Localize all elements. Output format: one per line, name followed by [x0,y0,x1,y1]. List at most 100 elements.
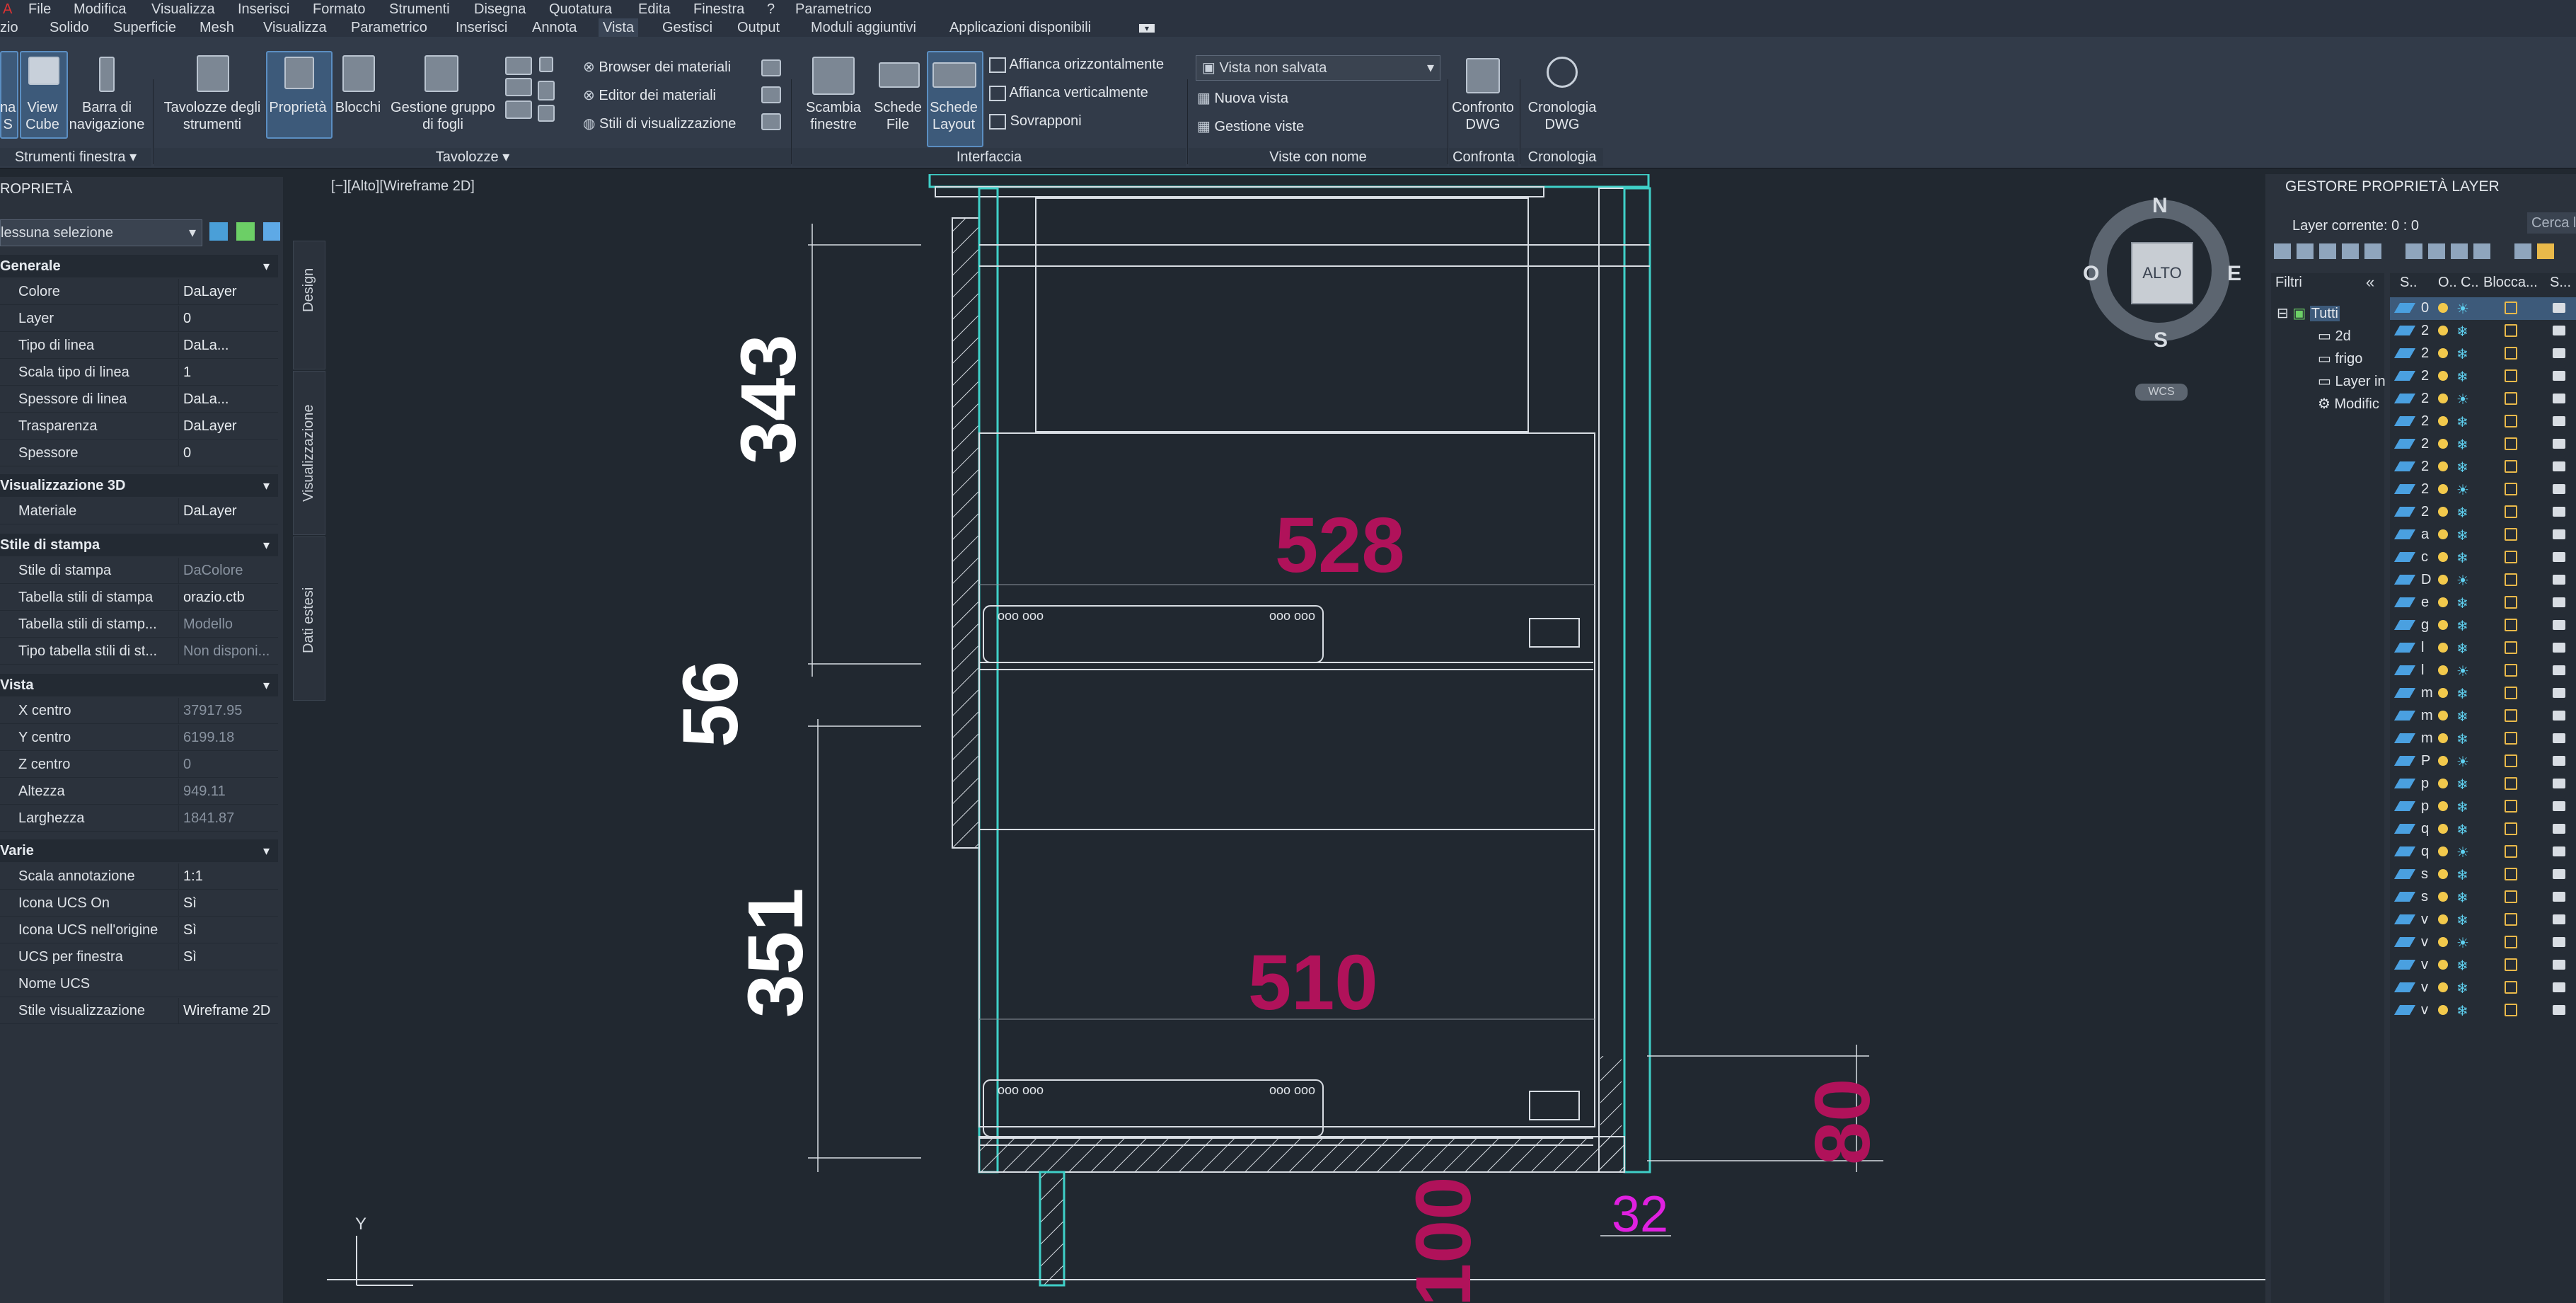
lock-icon[interactable] [2505,732,2517,745]
layer-name[interactable]: v [2421,912,2428,928]
tile-vertical-button[interactable]: Affianca verticalmente [989,85,1148,101]
printer-icon[interactable] [2553,597,2565,607]
layer-name[interactable]: q [2421,821,2429,837]
lightbulb-icon[interactable] [2438,1005,2448,1015]
snowflake-icon[interactable]: ❄ [2456,617,2468,635]
named-view-dropdown[interactable]: ▣ Vista non salvata ▾ [1196,55,1440,81]
menu-finestra[interactable]: Finestra [693,1,744,18]
printer-icon[interactable] [2553,824,2565,834]
layer-name[interactable]: D [2421,572,2431,588]
printer-icon[interactable] [2553,439,2565,449]
col-lock[interactable]: Blocca... [2483,275,2538,291]
layer-name[interactable]: v [2421,934,2428,951]
sun-icon[interactable]: ☀ [2456,844,2469,861]
layer-name[interactable]: q [2421,844,2429,860]
layer-row[interactable]: P ☀ [2390,750,2576,773]
property-row[interactable]: Larghezza 1841.87 [0,805,278,832]
layer-name[interactable]: g [2421,617,2429,633]
tab-moduli-aggiuntivi[interactable]: Moduli aggiuntivi [811,20,916,36]
layer-row[interactable]: v ❄ [2390,954,2576,977]
layer-name[interactable]: m [2421,730,2433,747]
tab-solido[interactable]: Solido [50,20,89,36]
panel-interfaccia[interactable]: Interfaccia [792,148,1186,166]
menu-edita[interactable]: Edita [638,1,671,18]
refresh-icon[interactable] [2514,243,2531,259]
dimension-510[interactable]: 510 [1248,944,1378,1022]
dimension-528[interactable]: 528 [1275,507,1405,585]
snowflake-icon[interactable]: ❄ [2456,912,2468,929]
collapse-filters-icon[interactable]: « [2366,273,2374,292]
printer-icon[interactable] [2553,348,2565,358]
palette-small-icon-6[interactable] [761,59,781,76]
layer-tool-icon-4[interactable] [2342,243,2359,259]
tab-visualizza[interactable]: Visualizza [263,20,327,36]
tab-dati-estesi[interactable]: Dati estesi [293,536,325,701]
lightbulb-icon[interactable] [2438,529,2448,539]
lightbulb-icon[interactable] [2438,892,2448,902]
dimension-56[interactable]: 56 [667,661,754,747]
sun-icon[interactable]: ☀ [2456,481,2469,499]
tab-applicazioni-disponibili[interactable]: Applicazioni disponibili [949,20,1091,36]
layer-row[interactable]: l ❄ [2390,637,2576,660]
tab-gioco[interactable]: zio [0,20,18,36]
property-row[interactable]: Tipo tabella stili di st... Non disponi..… [0,638,278,665]
property-value[interactable]: orazio.ctb [178,585,282,610]
compass-north[interactable]: N [2152,194,2168,218]
property-value[interactable]: 37917.95 [178,698,282,723]
property-row[interactable]: Spessore 0 [0,440,278,466]
property-value[interactable]: 1:1 [178,863,282,889]
printer-icon[interactable] [2553,643,2565,653]
sun-icon[interactable]: ☀ [2456,391,2469,408]
lock-icon[interactable] [2505,754,2517,767]
layer-name[interactable]: a [2421,527,2429,543]
menu-file[interactable]: File [28,1,51,18]
property-row[interactable]: Tipo di linea DaLa... [0,333,278,359]
printer-icon[interactable] [2553,846,2565,856]
property-row[interactable]: Z centro 0 [0,752,278,778]
layer-row[interactable]: 2 ❄ [2390,456,2576,478]
layer-name[interactable]: p [2421,776,2429,792]
menu-strumenti[interactable]: Strumenti [389,1,450,18]
lightbulb-icon[interactable] [2438,801,2448,811]
menu-disegna[interactable]: Disegna [474,1,526,18]
lock-icon[interactable] [2505,913,2517,926]
property-row[interactable]: Icona UCS nell'origine Sì [0,917,278,943]
layer-name[interactable]: 2 [2421,345,2429,362]
snowflake-icon[interactable]: ❄ [2456,798,2468,816]
layer-name[interactable]: m [2421,708,2433,724]
dwg-history-label[interactable]: Cronologia DWG [1521,99,1603,133]
printer-icon[interactable] [2553,892,2565,902]
property-row[interactable]: Scala annotazione 1:1 [0,863,278,890]
snowflake-icon[interactable]: ❄ [2456,730,2468,748]
layer-name[interactable]: 0 [2421,300,2429,316]
panel-viste-con-nome[interactable]: Viste con nome [1189,148,1448,166]
col-plot-style[interactable]: S... [2550,275,2571,291]
lock-icon[interactable] [2505,573,2517,586]
tool-palettes-label[interactable]: Tavolozze degli strumenti [156,99,269,133]
tool-palettes-icon[interactable] [197,55,229,92]
property-value[interactable]: 0 [178,440,282,466]
lock-icon[interactable] [2505,302,2517,314]
calc-icon[interactable] [538,81,555,101]
quick-select-icon[interactable] [263,222,280,241]
property-value[interactable]: DaLayer [178,413,282,439]
wcs-menu[interactable]: WCS [2135,384,2188,401]
printer-icon[interactable] [2553,371,2565,381]
section-vista[interactable]: Vista ▾ [0,674,278,696]
new-layer-icon[interactable] [2405,243,2422,259]
property-value[interactable]: Modello [178,612,282,637]
property-value[interactable]: DaLayer [178,498,282,524]
chevron-down-icon[interactable]: ▾ [263,534,270,556]
layer-name[interactable]: 2 [2421,436,2429,452]
menu-inserisci[interactable]: Inserisci [238,1,289,18]
lock-icon[interactable] [2505,437,2517,450]
lock-icon[interactable] [2505,619,2517,631]
lightbulb-icon[interactable] [2438,484,2448,494]
layer-name[interactable]: 2 [2421,323,2429,339]
layer-name[interactable]: l [2421,662,2424,679]
layer-row[interactable]: p ❄ [2390,773,2576,796]
lightbulb-icon[interactable] [2438,394,2448,403]
lock-icon[interactable] [2505,392,2517,405]
lock-icon[interactable] [2505,664,2517,677]
snowflake-icon[interactable]: ❄ [2456,504,2468,522]
